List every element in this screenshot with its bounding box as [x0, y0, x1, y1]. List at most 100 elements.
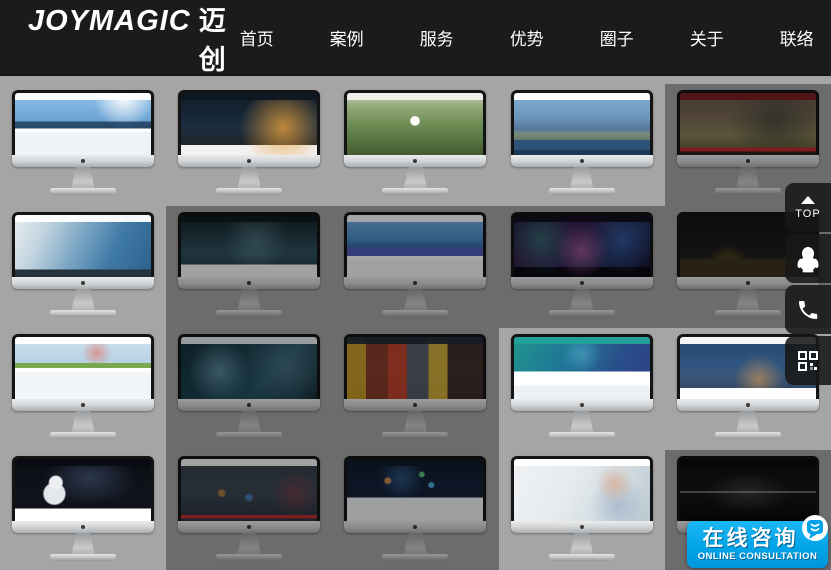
- portfolio-item-yacht-sailing[interactable]: [0, 206, 166, 328]
- monitor-base: [549, 432, 615, 439]
- website-screenshot: [347, 215, 483, 277]
- monitor-bezel: [178, 212, 320, 289]
- chat-bubble-icon: [798, 512, 831, 551]
- mini-site-navbar: [514, 459, 650, 466]
- monitor-chin: [344, 521, 486, 533]
- nav-item-home[interactable]: 首页: [240, 25, 274, 50]
- imac-mockup: [511, 212, 653, 317]
- monitor-chin: [511, 521, 653, 533]
- apple-logo-icon: [580, 525, 584, 529]
- monitor-chin: [12, 399, 154, 411]
- apple-logo-icon: [247, 525, 251, 529]
- monitor-bezel: [12, 334, 154, 411]
- monitor-chin: [178, 155, 320, 167]
- apple-logo-icon: [81, 281, 85, 285]
- monitor-stand: [399, 533, 431, 554]
- apple-logo-icon: [81, 159, 85, 163]
- nav-item-services[interactable]: 服务: [420, 25, 454, 50]
- qrcode-icon: [796, 349, 820, 373]
- monitor-stand: [566, 167, 598, 188]
- portfolio-item-chip-network-links[interactable]: [332, 450, 498, 570]
- portfolio-item-solar-farm-aerial[interactable]: [499, 84, 665, 206]
- imac-mockup: [178, 334, 320, 439]
- apple-logo-icon: [413, 159, 417, 163]
- logo[interactable]: JOYMAGIC 迈创: [28, 0, 226, 77]
- monitor-chin: [344, 277, 486, 289]
- monitor-chin: [178, 521, 320, 533]
- monitor-bezel: [12, 456, 154, 533]
- monitor-base: [549, 310, 615, 317]
- imac-mockup: [12, 90, 154, 195]
- imac-mockup: [511, 334, 653, 439]
- monitor-chin: [178, 399, 320, 411]
- imac-mockup: [344, 90, 486, 195]
- portfolio-item-ocean-wave-dark[interactable]: [166, 206, 332, 328]
- logo-text-cn: 迈创: [199, 0, 226, 77]
- nav-item-about[interactable]: 关于: [690, 25, 724, 50]
- monitor-stand: [233, 411, 265, 432]
- portfolio-item-times-square-media[interactable]: [332, 328, 498, 450]
- imac-mockup: [511, 456, 653, 561]
- mini-site-navbar: [347, 459, 483, 466]
- monitor-bezel: [178, 334, 320, 411]
- portfolio-item-stage-lighting-concert[interactable]: [499, 206, 665, 328]
- nav-item-contact[interactable]: 联络: [780, 25, 814, 50]
- nav-item-advantages[interactable]: 优势: [510, 25, 544, 50]
- monitor-stand: [732, 167, 764, 188]
- portfolio-item-water-purifier-lifestyle[interactable]: [499, 450, 665, 570]
- imac-mockup: [677, 90, 819, 195]
- monitor-chin: [12, 521, 154, 533]
- imac-mockup: [12, 334, 154, 439]
- apple-logo-icon: [746, 159, 750, 163]
- monitor-base: [216, 310, 282, 317]
- consult-subtitle: ONLINE CONSULTATION: [698, 551, 817, 562]
- phone-contact-button[interactable]: [785, 285, 831, 334]
- mini-site-navbar: [347, 93, 483, 100]
- monitor-base: [50, 432, 116, 439]
- portfolio-item-cloud-iot-platform[interactable]: [499, 328, 665, 450]
- portfolio-item-hk-night-harbor[interactable]: [166, 84, 332, 206]
- logo-text-en: JOYMAGIC: [28, 5, 191, 38]
- monitor-bezel: [344, 212, 486, 289]
- monitor-stand: [233, 289, 265, 310]
- portfolio-item-smart-city-neon[interactable]: [332, 206, 498, 328]
- monitor-bezel: [12, 90, 154, 167]
- monitor-chin: [344, 155, 486, 167]
- monitor-chin: [677, 399, 819, 411]
- portfolio-item-eco-park-video[interactable]: [332, 84, 498, 206]
- monitor-base: [382, 432, 448, 439]
- mini-site-navbar: [181, 337, 317, 344]
- portfolio-item-smart-measure-city[interactable]: [166, 450, 332, 570]
- back-to-top-button[interactable]: TOP: [785, 183, 831, 232]
- monitor-stand: [233, 167, 265, 188]
- website-screenshot: [15, 215, 151, 277]
- monitor-stand: [399, 411, 431, 432]
- monitor-base: [50, 554, 116, 561]
- portfolio-item-hk-daylight-corporate[interactable]: [0, 84, 166, 206]
- nav-item-cases[interactable]: 案例: [330, 25, 364, 50]
- nav-item-circle[interactable]: 圈子: [600, 25, 634, 50]
- apple-logo-icon: [247, 159, 251, 163]
- qq-contact-button[interactable]: [785, 234, 831, 283]
- mini-site-navbar: [680, 459, 816, 466]
- monitor-base: [216, 554, 282, 561]
- qrcode-button[interactable]: [785, 336, 831, 385]
- monitor-bezel: [511, 334, 653, 411]
- monitor-base: [715, 310, 781, 317]
- monitor-stand: [67, 167, 99, 188]
- portfolio-grid: [0, 76, 831, 570]
- monitor-bezel: [344, 90, 486, 167]
- back-to-top-label: TOP: [795, 208, 820, 220]
- monitor-stand: [67, 533, 99, 554]
- portfolio-item-family-education[interactable]: [0, 328, 166, 450]
- online-consultation-badge[interactable]: 在线咨询 ONLINE CONSULTATION: [687, 521, 828, 568]
- apple-logo-icon: [247, 403, 251, 407]
- apple-logo-icon: [580, 403, 584, 407]
- portfolio-item-ai-android[interactable]: [166, 328, 332, 450]
- top-navigation-bar: JOYMAGIC 迈创 首页 案例 服务 优势 圈子 关于 联络: [0, 0, 831, 76]
- monitor-base: [715, 188, 781, 195]
- mini-site-navbar: [181, 215, 317, 222]
- portfolio-item-white-robot-tech[interactable]: [0, 450, 166, 570]
- monitor-chin: [178, 277, 320, 289]
- mini-site-navbar: [514, 337, 650, 344]
